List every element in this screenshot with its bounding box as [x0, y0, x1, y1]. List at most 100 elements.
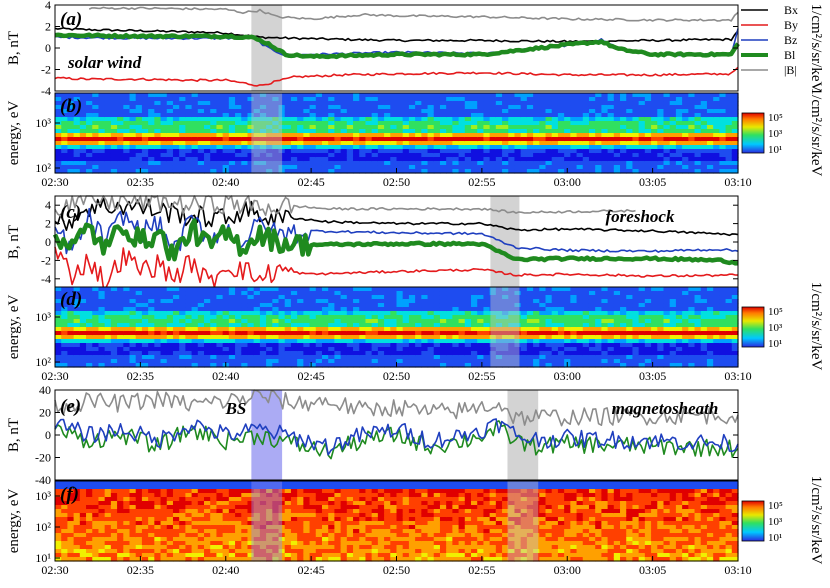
spectrogram-cell [396, 145, 404, 150]
spectrogram-cell [98, 537, 106, 542]
spectrogram-cell [266, 303, 273, 308]
spectrogram-cell [191, 485, 199, 490]
spectrogram-cell [148, 165, 155, 170]
spectrogram-cell [471, 157, 478, 162]
spectrogram-cell [464, 101, 472, 106]
spectrogram-cell [427, 133, 435, 138]
spectrogram-cell [595, 339, 602, 344]
spectrogram-cell [433, 295, 441, 300]
spectrogram-cell [725, 161, 733, 166]
spectrogram-cell [651, 299, 658, 304]
spectrogram-cell [446, 287, 453, 292]
spectrogram-cell [471, 165, 478, 170]
spectrogram-cell [204, 121, 211, 126]
spectrogram-cell [682, 113, 689, 118]
spectrogram-cell [588, 145, 596, 150]
spectrogram-cell [86, 339, 93, 344]
spectrogram-cell [359, 113, 367, 118]
spectrogram-cell [172, 299, 180, 304]
spectrogram-cell [166, 553, 174, 558]
spectrogram-cell [160, 553, 168, 558]
spectrogram-cell [247, 339, 255, 344]
spectrogram-cell [377, 291, 385, 296]
spectrogram-cell [651, 315, 658, 320]
spectrogram-cell [377, 145, 385, 150]
spectrogram-cell [191, 351, 199, 356]
spectrogram-cell [446, 93, 453, 98]
spectrogram-cell [104, 351, 112, 356]
spectrogram-cell [179, 295, 186, 300]
spectrogram-cell [539, 133, 547, 138]
spectrogram-cell [228, 343, 236, 348]
spectrogram-cell [464, 359, 472, 364]
xtick-label: 02:45 [297, 369, 324, 383]
spectrogram-cell [545, 287, 553, 292]
spectrogram-cell [104, 133, 112, 138]
spectrogram-cell [675, 335, 683, 340]
spectrogram-cell [204, 359, 211, 364]
spectrogram-cell [607, 331, 615, 336]
spectrogram-cell [141, 351, 149, 356]
spectrogram-cell [135, 121, 143, 126]
spectrogram-cell [55, 359, 62, 364]
spectrogram-cell [266, 319, 273, 324]
spectrogram-cell [607, 343, 615, 348]
spectrogram-cell [539, 307, 547, 312]
spectrogram-cell [210, 311, 218, 316]
spectrogram-cell [694, 109, 702, 114]
spectrogram-cell [495, 101, 503, 106]
spectrogram-cell [384, 323, 391, 328]
spectrogram-cell [222, 141, 230, 146]
spectrogram-cell [191, 505, 199, 510]
spectrogram-cell [110, 343, 118, 348]
spectrogram-cell [61, 319, 69, 324]
spectrogram-cell [477, 295, 485, 300]
spectrogram-cell [415, 97, 422, 102]
spectrogram-cell [688, 307, 696, 312]
spectrogram-cell [61, 153, 69, 158]
spectrogram-cell [297, 105, 304, 110]
spectrogram-cell [92, 109, 100, 114]
spectrogram-cell [129, 501, 137, 506]
spectrogram-cell [141, 355, 149, 360]
spectrogram-cell [253, 355, 261, 360]
spectrogram-cell [477, 291, 485, 296]
spectrogram-cell [92, 157, 100, 162]
spectrogram-cell [179, 533, 186, 538]
spectrogram-cell [129, 541, 137, 546]
spectrogram-cell [626, 153, 634, 158]
spectrogram-cell [508, 165, 516, 170]
spectrogram-cell [471, 149, 478, 154]
spectrogram-cell [98, 521, 106, 526]
spectrogram-cell [160, 327, 168, 332]
spectrogram-cell [638, 335, 646, 340]
spectrogram-cell [390, 295, 398, 300]
xtick-label: 02:40 [212, 369, 239, 383]
spectrogram-cell [607, 165, 615, 170]
spectrogram-cell [166, 93, 174, 98]
spectrogram-cell [439, 133, 447, 138]
spectrogram-cell [185, 93, 193, 98]
spectrogram-cell [495, 165, 503, 170]
spectrogram-cell [415, 295, 422, 300]
spectrogram-cell [464, 319, 472, 324]
spectrogram-cell [98, 533, 106, 538]
spectrogram-cell [669, 165, 677, 170]
spectrogram-cell [706, 113, 714, 118]
spectrogram-cell [328, 335, 336, 340]
spectrogram-cell [321, 141, 329, 146]
spectrogram-cell [427, 137, 435, 142]
spectrogram-cell [588, 105, 596, 110]
spectrogram-cell [365, 153, 373, 158]
spectrogram-cell [688, 327, 696, 332]
spectrogram-cell [185, 323, 193, 328]
spectrogram-cell [154, 521, 162, 526]
spectrogram-cell [551, 319, 559, 324]
spectrogram-cell [601, 307, 609, 312]
spectrogram-cell [533, 101, 540, 106]
spectrogram-cell [166, 97, 174, 102]
spectrogram-cell [98, 137, 106, 142]
spectrogram-cell [483, 149, 491, 154]
spectrogram-cell [216, 157, 224, 162]
spectrogram-cell [197, 347, 205, 352]
